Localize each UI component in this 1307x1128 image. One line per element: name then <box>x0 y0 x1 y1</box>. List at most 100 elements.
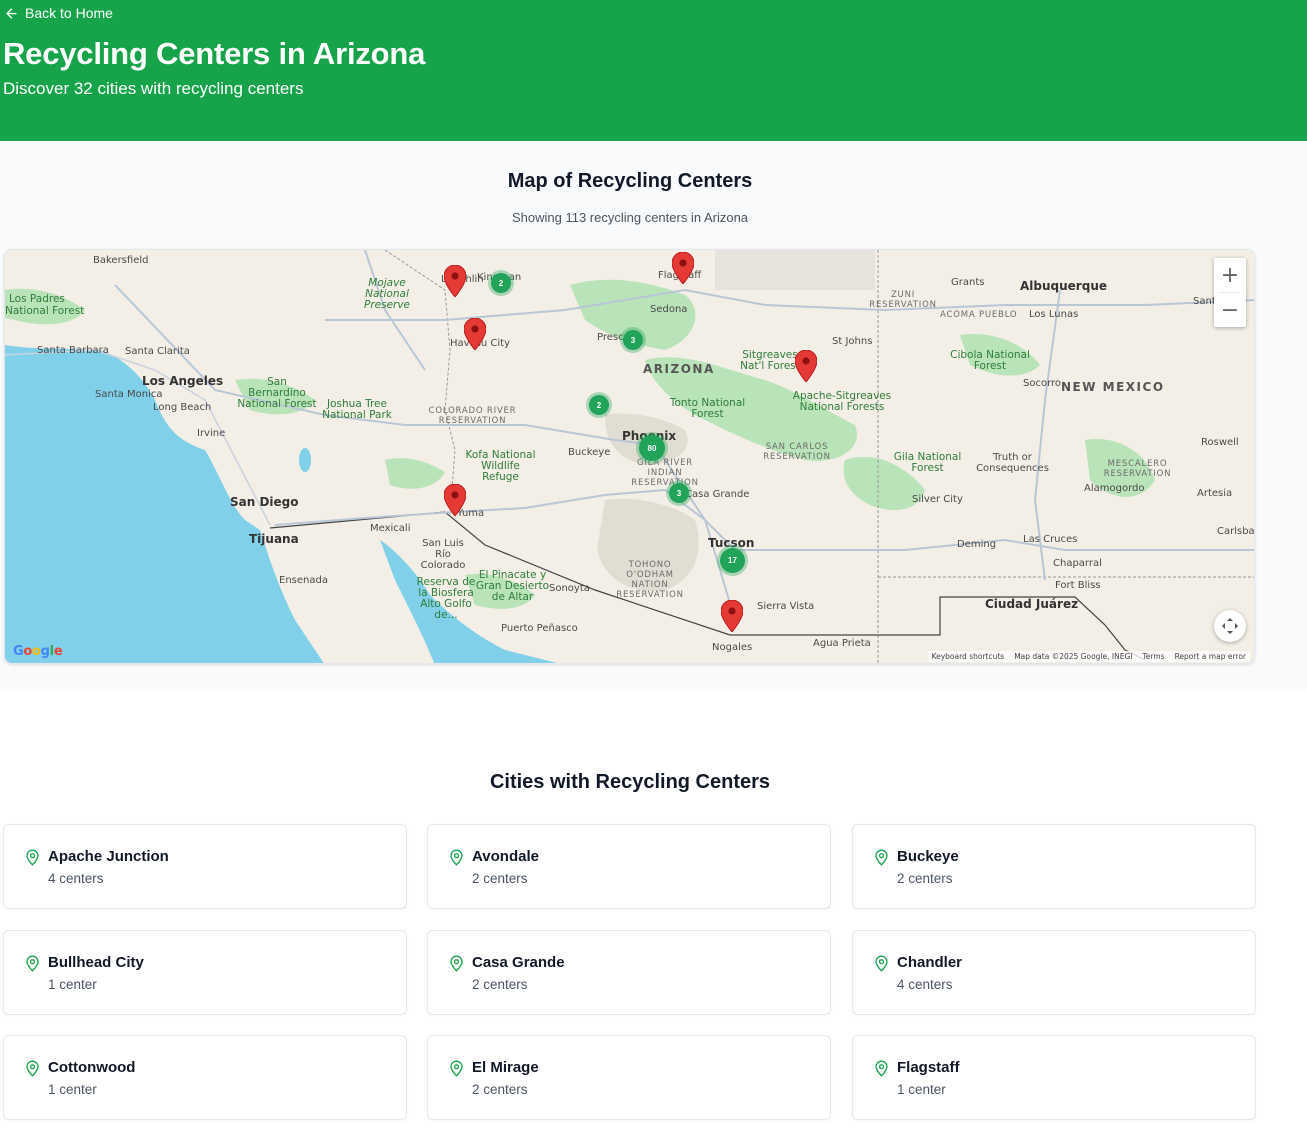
map-cluster-marker[interactable]: 2 <box>589 395 609 415</box>
map-pin-marker[interactable] <box>444 265 466 297</box>
map-pin-marker[interactable] <box>444 484 466 516</box>
city-center-count: 1 center <box>48 977 97 992</box>
map-label-zuni: ZUNI RESERVATION <box>869 290 937 310</box>
map-label-reserva: Reserva de la Biosfera Alto Golfo de... <box>416 576 476 621</box>
map-label-chaparral: Chaparral <box>1053 558 1102 569</box>
map-label-alamogordo: Alamogordo <box>1084 483 1145 494</box>
map-label-cibola: Cibola National Forest <box>950 349 1030 372</box>
map-cluster-marker[interactable]: 2 <box>491 273 511 293</box>
city-name: Bullhead City <box>48 954 144 971</box>
city-card[interactable]: Casa Grande 2 centers <box>427 930 831 1015</box>
map-label-sierra-vista: Sierra Vista <box>757 601 815 612</box>
map-label-ciudad-juarez: Ciudad Juárez <box>985 597 1079 611</box>
city-center-count: 2 centers <box>897 871 953 886</box>
zoom-out-button[interactable]: − <box>1214 293 1246 327</box>
city-card[interactable]: Avondale 2 centers <box>427 824 831 909</box>
map-label-gila-nf: Gila National Forest <box>893 451 962 474</box>
map-label-apache-sitgreaves: Apache-Sitgreaves National Forests <box>792 390 892 413</box>
city-center-count: 4 centers <box>897 977 953 992</box>
map-label-acoma: ACOMA PUEBLO <box>940 310 1018 320</box>
city-center-count: 4 centers <box>48 871 104 886</box>
city-name: Apache Junction <box>48 848 169 865</box>
map-label-agua-prieta: Agua Prieta <box>813 638 871 649</box>
map-label-tonto: Tonto National Forest <box>669 397 746 420</box>
city-name: Flagstaff <box>897 1059 960 1076</box>
map-label-albuquerque: Albuquerque <box>1020 279 1107 293</box>
page-title: Recycling Centers in Arizona <box>3 36 426 71</box>
google-logo[interactable]: Google <box>13 644 63 659</box>
map-section-subtitle: Showing 113 recycling centers in Arizona <box>511 210 749 225</box>
back-to-home-link[interactable]: Back to Home <box>4 5 113 21</box>
map-cluster-marker[interactable]: 3 <box>623 330 643 350</box>
map-cluster-marker[interactable]: 3 <box>669 483 689 503</box>
page-subtitle: Discover 32 cities with recycling center… <box>3 79 304 98</box>
city-card[interactable]: Bullhead City 1 center <box>3 930 407 1015</box>
map-pin-icon <box>26 849 39 866</box>
map-pin-icon <box>450 955 463 972</box>
map-label-buckeye: Buckeye <box>568 447 611 458</box>
arrow-left-icon <box>6 7 17 19</box>
map-pin-marker[interactable] <box>672 252 694 284</box>
city-card[interactable]: Flagstaff 1 center <box>852 1035 1256 1120</box>
map-label-long-beach: Long Beach <box>153 402 212 413</box>
city-card[interactable]: Buckeye 2 centers <box>852 824 1256 909</box>
map-cluster-marker[interactable]: 17 <box>720 548 745 573</box>
city-card[interactable]: Chandler 4 centers <box>852 930 1256 1015</box>
map-label-sonoyta: Sonoyta <box>549 583 590 594</box>
map-pin-marker[interactable] <box>464 318 486 350</box>
map-label-st-johns: St Johns <box>832 336 873 347</box>
map-label-irvine: Irvine <box>197 428 226 439</box>
page-header: Back to Home Recycling Centers in Arizon… <box>0 0 1307 141</box>
map-pan-icon <box>1222 618 1238 634</box>
map-pin-marker[interactable] <box>721 600 743 632</box>
city-name: Casa Grande <box>472 954 565 971</box>
recycling-centers-map[interactable]: Bakersfield Los Padres National Forest S… <box>4 249 1255 664</box>
map-cluster-marker[interactable]: 80 <box>639 435 665 461</box>
map-pin-icon <box>26 955 39 972</box>
map-label-grants: Grants <box>951 277 985 288</box>
map-label-santa-barbara: Santa Barbara <box>37 345 109 356</box>
terms-link[interactable]: Terms <box>1142 652 1164 661</box>
city-name: Buckeye <box>897 848 959 865</box>
map-section: Map of Recycling Centers Showing 113 rec… <box>0 141 1307 691</box>
map-label-san-luis: San Luis Río Colorado <box>420 538 466 571</box>
map-label-santa-clarita: Santa Clarita <box>125 346 190 357</box>
map-label-bakersfield: Bakersfield <box>93 255 149 266</box>
map-label-fort-bliss: Fort Bliss <box>1055 580 1101 591</box>
map-label-san-diego: San Diego <box>230 495 299 509</box>
map-label-nogales: Nogales <box>712 642 753 653</box>
city-center-count: 2 centers <box>472 1082 528 1097</box>
map-label-pinacate: El Pinacate y Gran Desierto de Altar <box>475 569 550 603</box>
map-label-tohono: TOHONO O'ODHAM NATION RESERVATION <box>616 560 684 600</box>
city-center-count: 2 centers <box>472 871 528 886</box>
report-map-error-link[interactable]: Report a map error <box>1175 652 1246 661</box>
map-label-artesia: Artesia <box>1197 488 1233 499</box>
city-name: Avondale <box>472 848 539 865</box>
map-camera-control-button[interactable] <box>1214 610 1246 642</box>
map-label-silver-city: Silver City <box>912 494 963 505</box>
back-to-home-label: Back to Home <box>25 5 113 21</box>
map-label-mojave: Mojave National Preserve <box>363 277 411 311</box>
city-card[interactable]: Apache Junction 4 centers <box>3 824 407 909</box>
map-label-carlsbad: Carlsba <box>1217 526 1255 537</box>
city-card[interactable]: Cottonwood 1 center <box>3 1035 407 1120</box>
keyboard-shortcuts-link[interactable]: Keyboard shortcuts <box>932 652 1005 661</box>
map-label-socorro: Socorro <box>1023 378 1062 389</box>
zoom-in-button[interactable]: + <box>1214 258 1246 292</box>
city-card[interactable]: El Mirage 2 centers <box>427 1035 831 1120</box>
map-label-roswell: Roswell <box>1201 437 1239 448</box>
map-attribution-bar: Keyboard shortcuts Map data ©2025 Google… <box>927 651 1250 662</box>
map-label-puerto-penasco: Puerto Peñasco <box>501 623 578 634</box>
map-label-arizona: ARIZONA <box>643 362 715 376</box>
map-label-truth-or-consequences: Truth or Consequences <box>976 452 1049 474</box>
map-label-colorado-river: COLORADO RIVER RESERVATION <box>428 406 517 426</box>
map-label-los-lunas: Los Lunas <box>1029 309 1079 320</box>
city-center-count: 1 center <box>897 1082 946 1097</box>
map-pin-icon <box>875 955 888 972</box>
map-section-title: Map of Recycling Centers <box>507 170 753 192</box>
city-center-count: 1 center <box>48 1082 97 1097</box>
map-label-san-bernardino: San Bernardino National Forest <box>237 376 317 410</box>
map-label-casa-grande: Casa Grande <box>685 489 750 500</box>
map-pin-marker[interactable] <box>795 350 817 382</box>
map-label-mescalero: MESCALERO RESERVATION <box>1103 459 1172 479</box>
